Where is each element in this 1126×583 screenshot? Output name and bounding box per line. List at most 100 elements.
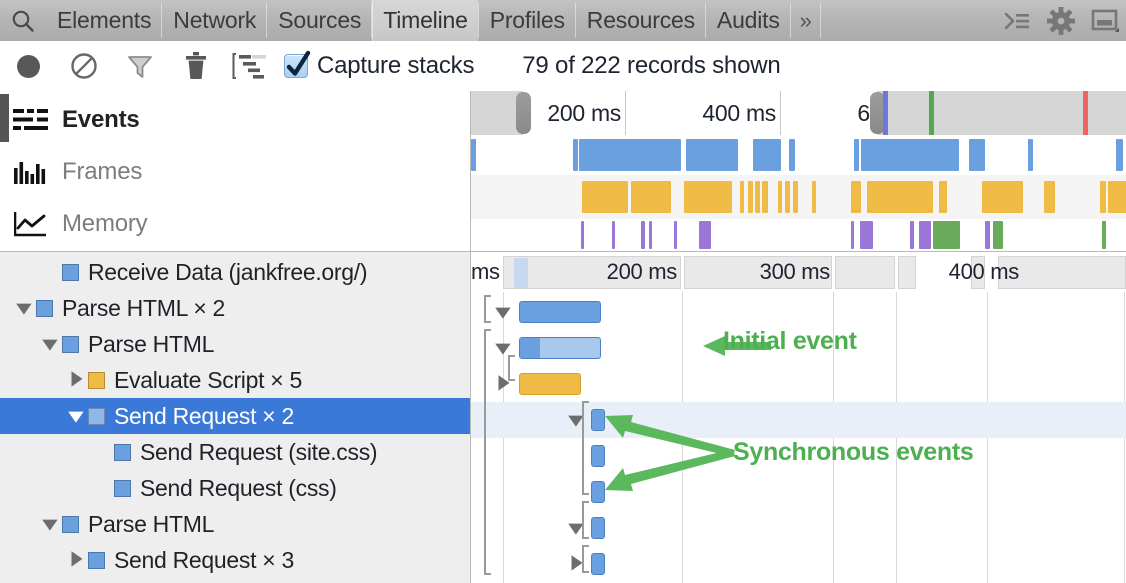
detail-disclosure-toggle[interactable] — [566, 546, 588, 582]
filter-button[interactable] — [112, 41, 168, 91]
sidebar-item-frames[interactable]: Frames — [0, 146, 470, 198]
tab-elements[interactable]: Elements — [46, 0, 162, 41]
overview-strip-rendering — [471, 219, 1126, 251]
detail-ruler[interactable]: ms 200 ms 300 ms 400 ms — [471, 252, 1126, 292]
tab-bar-spacer — [821, 0, 1002, 41]
table-row[interactable]: Send Request (site.css) — [0, 434, 470, 470]
tab-overflow-button[interactable]: » — [791, 0, 821, 41]
detail-row[interactable] — [471, 366, 1126, 402]
tab-label: Resources — [587, 7, 695, 34]
table-row[interactable]: Evaluate Script × 5 — [0, 362, 470, 398]
detail-disclosure-toggle[interactable] — [493, 330, 515, 366]
disclosure-down-icon[interactable] — [566, 517, 588, 539]
overview-rendering-bar — [993, 221, 1003, 249]
clear-button[interactable] — [56, 41, 112, 91]
overview-strip-loading — [471, 135, 1126, 175]
detail-event-bar[interactable] — [519, 337, 601, 359]
table-row[interactable]: Receive Data (jankfree.org/) — [0, 254, 470, 290]
tab-resources[interactable]: Resources — [576, 0, 706, 41]
disclosure-placeholder — [40, 254, 62, 290]
disclosure-down-icon[interactable] — [14, 297, 36, 319]
detail-event-bar-self-time — [520, 338, 540, 358]
disclosure-toggle[interactable] — [40, 326, 62, 362]
disclosure-toggle[interactable] — [40, 506, 62, 542]
devtools-timeline-window: Elements Network Sources Timeline Profil… — [0, 0, 1126, 583]
gear-icon[interactable] — [1046, 6, 1076, 36]
disclosure-down-icon[interactable] — [40, 513, 62, 535]
record-type-swatch-icon — [62, 264, 79, 281]
overview-rendering-bar — [933, 221, 959, 249]
disclosure-down-icon[interactable] — [40, 333, 62, 355]
timeline-overview: Events Frames — [0, 91, 1126, 252]
detail-row[interactable] — [471, 546, 1126, 582]
dock-position-icon[interactable] — [1090, 6, 1120, 36]
records-detail-graph[interactable]: ms 200 ms 300 ms 400 ms — [471, 252, 1126, 583]
detail-event-bar[interactable] — [591, 481, 605, 503]
record-label: Send Request (site.css) — [140, 439, 377, 466]
tab-sources[interactable]: Sources — [267, 0, 372, 41]
detail-disclosure-toggle[interactable] — [566, 510, 588, 546]
table-row[interactable]: Send Request (css) — [0, 470, 470, 506]
trash-button[interactable] — [168, 41, 224, 91]
detail-window-handle[interactable] — [514, 258, 528, 288]
detail-tick-ms: ms — [471, 259, 499, 285]
overview-window-handle-left[interactable] — [516, 92, 531, 134]
disclosure-down-icon[interactable] — [566, 409, 588, 431]
detail-event-bar[interactable] — [519, 373, 581, 395]
overview-loading-bar — [573, 139, 578, 171]
detail-event-bar[interactable] — [519, 301, 601, 323]
tab-profiles[interactable]: Profiles — [479, 0, 576, 41]
detail-event-bar[interactable] — [591, 409, 605, 431]
detail-row[interactable] — [471, 474, 1126, 510]
tab-audits[interactable]: Audits — [706, 0, 791, 41]
record-button[interactable] — [0, 41, 56, 91]
detail-row[interactable] — [471, 510, 1126, 546]
detail-disclosure-toggle[interactable] — [493, 366, 515, 402]
detail-disclosure-toggle[interactable] — [493, 294, 515, 330]
sidebar-item-memory[interactable]: Memory — [0, 198, 470, 250]
overview-loading-bar — [969, 139, 985, 171]
events-icon — [0, 106, 62, 134]
disclosure-right-icon[interactable] — [566, 553, 588, 575]
overview-loading-bar — [789, 139, 796, 171]
table-row[interactable]: Parse HTML — [0, 506, 470, 542]
record-label: Send Request × 3 — [114, 547, 294, 574]
capture-stacks-checkbox[interactable] — [284, 54, 308, 78]
sidebar-item-events[interactable]: Events — [0, 94, 470, 146]
disclosure-right-icon[interactable] — [66, 369, 88, 391]
search-icon[interactable] — [0, 0, 46, 41]
detail-event-bar[interactable] — [591, 445, 605, 467]
tab-timeline[interactable]: Timeline — [372, 0, 478, 41]
selected-indicator — [0, 94, 9, 142]
detail-row[interactable] — [471, 402, 1126, 438]
flame-chart-button[interactable] — [224, 41, 280, 91]
console-drawer-icon[interactable] — [1002, 6, 1032, 36]
disclosure-toggle[interactable] — [66, 398, 88, 434]
records-tree[interactable]: Receive Data (jankfree.org/)Parse HTML ×… — [0, 252, 471, 583]
capture-stacks-control[interactable]: Capture stacks — [284, 52, 474, 80]
detail-row[interactable] — [471, 294, 1126, 330]
disclosure-right-icon[interactable] — [493, 373, 515, 395]
table-row[interactable]: Parse HTML × 2 — [0, 290, 470, 326]
disclosure-toggle[interactable] — [14, 290, 36, 326]
disclosure-down-icon[interactable] — [493, 337, 515, 359]
disclosure-right-icon[interactable] — [66, 549, 88, 571]
disclosure-down-icon[interactable] — [66, 405, 88, 427]
record-type-swatch-icon — [62, 516, 79, 533]
detail-event-bar[interactable] — [591, 553, 605, 575]
overview-mode-sidebar: Events Frames — [0, 91, 471, 251]
detail-event-bar[interactable] — [591, 517, 605, 539]
disclosure-toggle[interactable] — [66, 542, 88, 578]
table-row[interactable]: Send Request × 3 — [0, 542, 470, 578]
table-row[interactable]: Send Request × 2 — [0, 398, 470, 434]
table-row[interactable]: Parse HTML — [0, 326, 470, 362]
disclosure-toggle[interactable] — [66, 362, 88, 398]
overview-graph[interactable]: 200 ms 400 ms 600 ms — [471, 91, 1126, 251]
detail-disclosure-toggle[interactable] — [566, 402, 588, 438]
overview-rendering-bar — [641, 221, 644, 249]
disclosure-down-icon[interactable] — [493, 301, 515, 323]
record-icon — [17, 55, 40, 78]
tab-network[interactable]: Network — [162, 0, 267, 41]
overview-rendering-bar — [919, 221, 931, 249]
memory-icon — [0, 210, 62, 238]
